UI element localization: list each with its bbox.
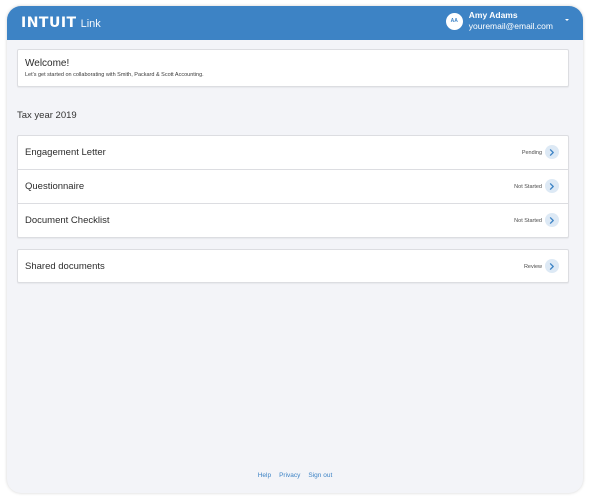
user-info: Amy Adams youremail@email.com <box>469 10 553 32</box>
task-label: Shared documents <box>25 261 105 272</box>
task-row-engagement-letter[interactable]: Engagement Letter Pending <box>18 136 568 170</box>
chevron-right-icon[interactable] <box>545 145 559 159</box>
welcome-title: Welcome! <box>25 58 70 69</box>
privacy-link[interactable]: Privacy <box>279 472 300 479</box>
intuit-logo: INTUIT <box>21 15 77 31</box>
sign-out-link[interactable]: Sign out <box>308 472 332 479</box>
avatar: AA <box>445 12 463 30</box>
task-row-questionnaire[interactable]: Questionnaire Not Started <box>18 170 568 204</box>
chevron-right-icon[interactable] <box>545 179 559 193</box>
user-menu[interactable]: AA Amy Adams youremail@email.com <box>445 10 569 32</box>
user-email: youremail@email.com <box>468 21 553 31</box>
task-label: Questionnaire <box>25 181 85 192</box>
task-list: Engagement Letter Pending Questionnaire … <box>17 135 569 238</box>
task-label: Engagement Letter <box>25 147 106 158</box>
tax-year-heading: Tax year 2019 <box>17 110 77 121</box>
welcome-card: Welcome! Let's get started on collaborat… <box>17 49 569 87</box>
shared-documents-card[interactable]: Shared documents Review <box>17 249 569 283</box>
task-label: Document Checklist <box>25 215 110 226</box>
task-row-shared-documents[interactable]: Shared documents Review <box>18 250 568 284</box>
status-badge: Not Started <box>514 218 542 224</box>
brand[interactable]: INTUIT Link <box>21 15 101 31</box>
app-window: INTUIT Link AA Amy Adams youremail@email… <box>7 6 583 493</box>
status-badge: Pending <box>521 150 542 156</box>
task-row-document-checklist[interactable]: Document Checklist Not Started <box>18 204 568 238</box>
chevron-right-icon[interactable] <box>545 213 559 227</box>
help-link[interactable]: Help <box>258 472 271 479</box>
user-name: Amy Adams <box>468 10 518 20</box>
status-badge: Review <box>523 264 542 270</box>
welcome-subtitle: Let's get started on collaborating with … <box>25 72 204 78</box>
footer-links: Help Privacy Sign out <box>7 472 583 479</box>
status-badge: Not Started <box>514 184 542 190</box>
product-name: Link <box>80 18 101 30</box>
chevron-right-icon[interactable] <box>545 259 559 273</box>
top-nav-bar: INTUIT Link AA Amy Adams youremail@email… <box>7 6 583 40</box>
caret-down-icon[interactable] <box>565 19 569 21</box>
